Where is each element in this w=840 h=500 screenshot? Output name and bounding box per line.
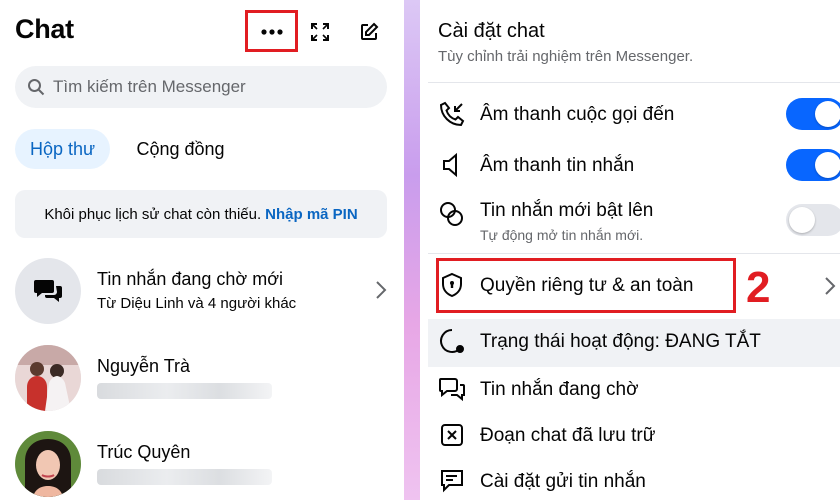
conversation-name: Nguyễn Trà	[97, 356, 191, 376]
setting-sublabel: Tự động mở tin nhắn mới.	[480, 227, 644, 243]
setting-archived-chats[interactable]: Đoạn chat đã lưu trữ	[420, 420, 840, 454]
search-input[interactable]: Tìm kiếm trên Messenger	[15, 66, 387, 108]
page-title: Chat	[15, 14, 74, 44]
speaker-icon	[438, 151, 466, 179]
highlight-box-2	[436, 258, 736, 313]
list-item[interactable]: Trúc Quyên	[15, 431, 395, 499]
setting-message-delivery[interactable]: Cài đặt gửi tin nhắn	[420, 466, 840, 500]
list-item[interactable]: Nguyễn Trà	[15, 345, 395, 413]
tab-inbox[interactable]: Hộp thư	[15, 129, 110, 169]
panel-divider	[404, 0, 420, 500]
setting-message-sound[interactable]: Âm thanh tin nhắn	[420, 149, 840, 183]
blurred-preview	[97, 469, 272, 485]
setting-message-requests[interactable]: Tin nhắn đang chờ	[420, 374, 840, 408]
restore-history-banner: Khôi phục lịch sử chat còn thiếu. Nhập m…	[15, 190, 387, 238]
setting-incoming-call-sound[interactable]: Âm thanh cuộc gọi đến	[420, 98, 840, 132]
divider	[428, 253, 840, 254]
setting-chat-heads[interactable]: Tin nhắn mới bật lên Tự động mở tin nhắn…	[420, 196, 840, 246]
search-icon	[27, 77, 47, 97]
incoming-call-icon	[438, 100, 466, 128]
setting-label: Trạng thái hoạt động: ĐANG TẮT	[480, 331, 761, 352]
avatar	[15, 431, 81, 497]
list-item[interactable]: Tin nhắn đang chờ mới Từ Diệu Linh và 4 …	[15, 258, 395, 326]
active-status-icon	[438, 327, 466, 355]
conversation-name: Trúc Quyên	[97, 442, 191, 462]
expand-icon[interactable]	[306, 18, 334, 46]
setting-active-status[interactable]: Trạng thái hoạt động: ĐANG TẮT	[420, 326, 840, 360]
tab-community[interactable]: Cộng đồng	[123, 129, 238, 169]
setting-label: Tin nhắn đang chờ	[480, 379, 639, 400]
conversation-subtitle: Từ Diệu Linh và 4 người khác	[97, 295, 297, 312]
setting-label: Tin nhắn mới bật lên	[480, 200, 654, 221]
toggle-chat-heads[interactable]	[786, 204, 840, 236]
conversation-name: Tin nhắn đang chờ mới	[97, 269, 284, 289]
settings-subtitle: Tùy chỉnh trải nghiệm trên Messenger.	[438, 48, 694, 65]
search-placeholder: Tìm kiếm trên Messenger	[53, 77, 246, 96]
setting-label: Đoạn chat đã lưu trữ	[480, 425, 656, 446]
setting-label: Âm thanh cuộc gọi đến	[480, 104, 675, 125]
compose-icon[interactable]	[355, 18, 383, 46]
toggle-message-sound[interactable]	[786, 149, 840, 181]
divider	[428, 82, 840, 83]
avatar	[15, 345, 81, 411]
highlight-box-1	[245, 10, 298, 52]
message-delivery-icon	[438, 467, 466, 495]
step-marker-2: 2	[746, 263, 771, 312]
blurred-preview	[97, 383, 272, 399]
message-requests-icon	[438, 375, 466, 403]
chat-heads-icon	[438, 200, 466, 228]
setting-label: Cài đặt gửi tin nhắn	[480, 471, 646, 492]
enter-pin-link[interactable]: Nhập mã PIN	[265, 206, 358, 223]
archive-icon	[438, 421, 466, 449]
chat-bubbles-icon	[15, 258, 81, 324]
settings-title: Cài đặt chat	[438, 20, 545, 42]
toggle-incoming-call-sound[interactable]	[786, 98, 840, 130]
chevron-right-icon	[375, 280, 387, 305]
setting-label: Âm thanh tin nhắn	[480, 155, 635, 176]
chat-settings-panel: Cài đặt chat Tùy chỉnh trải nghiệm trên …	[420, 0, 840, 500]
chat-list-panel: Chat 1 Tìm kiếm trên Messenger Hộp thư C…	[0, 0, 404, 500]
restore-text: Khôi phục lịch sử chat còn thiếu.	[44, 205, 262, 223]
chevron-right-icon	[824, 276, 836, 301]
